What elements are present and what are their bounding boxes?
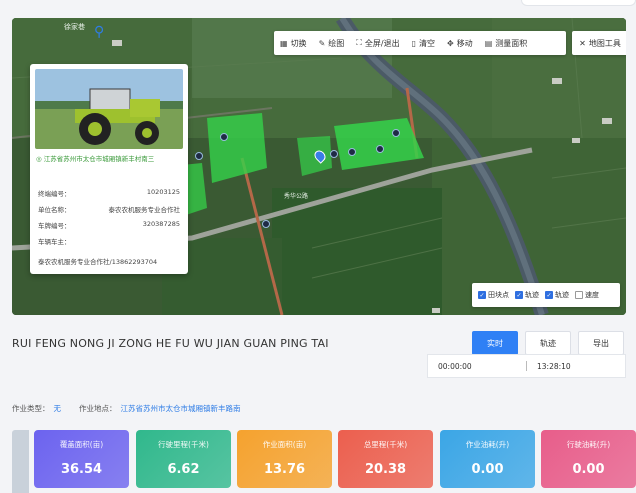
map-legend: ✓ 田块点 ✓ 轨迹 ✓ 轨迹 速度 <box>472 283 620 307</box>
stat-value: 20.38 <box>364 462 407 477</box>
checkbox-icon <box>575 291 583 299</box>
stat-card: 作业油耗(升) 0.00 <box>440 430 535 488</box>
checkbox-icon: ✓ <box>478 291 486 299</box>
legend-track-toggle[interactable]: ✓ 轨迹 <box>515 290 539 300</box>
field-marker[interactable] <box>376 145 384 153</box>
field-marker[interactable] <box>195 152 203 160</box>
field-marker[interactable] <box>330 150 338 158</box>
stat-label: 总里程(千米) <box>363 440 408 449</box>
info-row: 终端编号： 10203125 <box>38 188 180 198</box>
stat-card: 覆盖面积(亩) 36.54 <box>34 430 129 488</box>
road-label: 秀华公路 <box>284 193 309 200</box>
move-button[interactable]: ✥ 移动 <box>441 31 479 55</box>
legend-speed-toggle[interactable]: 速度 <box>575 290 599 300</box>
tractor-photo <box>35 69 183 149</box>
field-marker[interactable] <box>220 133 228 141</box>
work-place-value: 江苏省苏州市太仓市城厢镇新丰路南 <box>120 404 241 413</box>
stat-value: 13.76 <box>263 462 306 477</box>
vehicle-info-card: ◎ 江苏省苏州市太仓市城厢镇新丰村南三 终端编号： 10203125 单位名称：泰… <box>30 64 188 274</box>
field-marker[interactable] <box>348 148 356 156</box>
pencil-icon: ✎ <box>318 38 326 48</box>
stat-card: 行驶里程(千米) 6.62 <box>136 430 231 488</box>
close-icon: ✕ <box>579 38 586 48</box>
stat-value: 6.62 <box>167 462 200 477</box>
time-separator <box>526 361 527 371</box>
move-icon: ✥ <box>446 38 454 48</box>
toggle-layer-button[interactable]: ▦ 切换 <box>274 31 313 55</box>
app-root: 徐家巷 ⚲ ▦ 切换 ✎ 绘图 ⛶ 全屏/退出 ▯ 清空 ✥ 移动 ▤ 测量面积 ✕ 地图工具… <box>0 0 636 493</box>
start-time[interactable]: 00:00:00 <box>438 362 526 371</box>
stat-card: 作业面积(亩) 13.76 <box>237 430 332 488</box>
stat-label: 覆盖面积(亩) <box>59 440 104 449</box>
field-marker[interactable] <box>392 129 400 137</box>
card-scroll-left[interactable] <box>12 430 29 493</box>
map-place-label: 徐家巷 <box>64 23 85 31</box>
owner-contact: 泰农农机服务专业合作社/13862293704 <box>38 258 158 266</box>
export-button[interactable]: 导出 <box>578 331 624 355</box>
info-row: 单位名称： 泰农农机服务专业合作社 <box>38 206 180 214</box>
stat-value: 0.00 <box>572 462 605 477</box>
stat-value: 36.54 <box>60 462 103 477</box>
fullscreen-icon: ⛶ <box>356 38 362 47</box>
draw-button[interactable]: ✎ 绘图 <box>313 31 351 55</box>
top-tab-stub <box>521 0 636 6</box>
stat-card: 行驶油耗(升) 0.00 <box>541 430 636 488</box>
work-info-line: 作业类型： 无 作业地点： 江苏省苏州市太仓市城厢镇新丰路南 <box>12 404 241 413</box>
location-address: ◎ 江苏省苏州市太仓市城厢镇新丰村南三 <box>36 155 155 163</box>
stat-label: 作业面积(亩) <box>262 440 307 449</box>
stat-label: 作业油耗(升) <box>465 440 510 449</box>
measure-icon: ▤ <box>484 38 493 48</box>
stat-value: 0.00 <box>471 462 504 477</box>
time-range-picker[interactable]: 00:00:00 13:28:10 <box>427 354 626 378</box>
stat-label: 行驶油耗(升) <box>566 440 611 449</box>
trash-icon: ▯ <box>411 38 416 48</box>
measure-area-button[interactable]: ▤ 测量面积 <box>479 31 534 55</box>
info-row: 车辆车主： <box>38 238 71 246</box>
legend-track2-toggle[interactable]: ✓ 轨迹 <box>545 290 569 300</box>
fullscreen-button[interactable]: ⛶ 全屏/退出 <box>350 31 405 55</box>
checkbox-icon: ✓ <box>545 291 553 299</box>
map-toolbar: ▦ 切换 ✎ 绘图 ⛶ 全屏/退出 ▯ 清空 ✥ 移动 ▤ 测量面积 <box>274 31 566 55</box>
satellite-map[interactable]: 徐家巷 ⚲ ▦ 切换 ✎ 绘图 ⛶ 全屏/退出 ▯ 清空 ✥ 移动 ▤ 测量面积 ✕ 地图工具… <box>12 18 626 315</box>
checkbox-icon: ✓ <box>515 291 523 299</box>
stat-card: 总里程(千米) 20.38 <box>338 430 433 488</box>
stat-label: 行驶里程(千米) <box>158 440 209 449</box>
realtime-button[interactable]: 实时 <box>472 331 518 355</box>
clear-button[interactable]: ▯ 清空 <box>406 31 441 55</box>
location-pin-icon[interactable]: ⚲ <box>94 24 104 40</box>
work-type-value: 无 <box>53 404 62 413</box>
map-tools-button[interactable]: ✕ 地图工具 <box>572 31 626 55</box>
field-marker[interactable] <box>262 220 270 228</box>
page-title: RUI FENG NONG JI ZONG HE FU WU JIAN GUAN… <box>12 337 329 350</box>
end-time[interactable]: 13:28:10 <box>537 362 571 371</box>
grid-icon: ▦ <box>280 38 288 48</box>
track-history-button[interactable]: 轨迹 <box>525 331 571 355</box>
info-row: 车牌编号： 320387285 <box>38 220 180 230</box>
legend-field-points-toggle[interactable]: ✓ 田块点 <box>478 290 509 300</box>
